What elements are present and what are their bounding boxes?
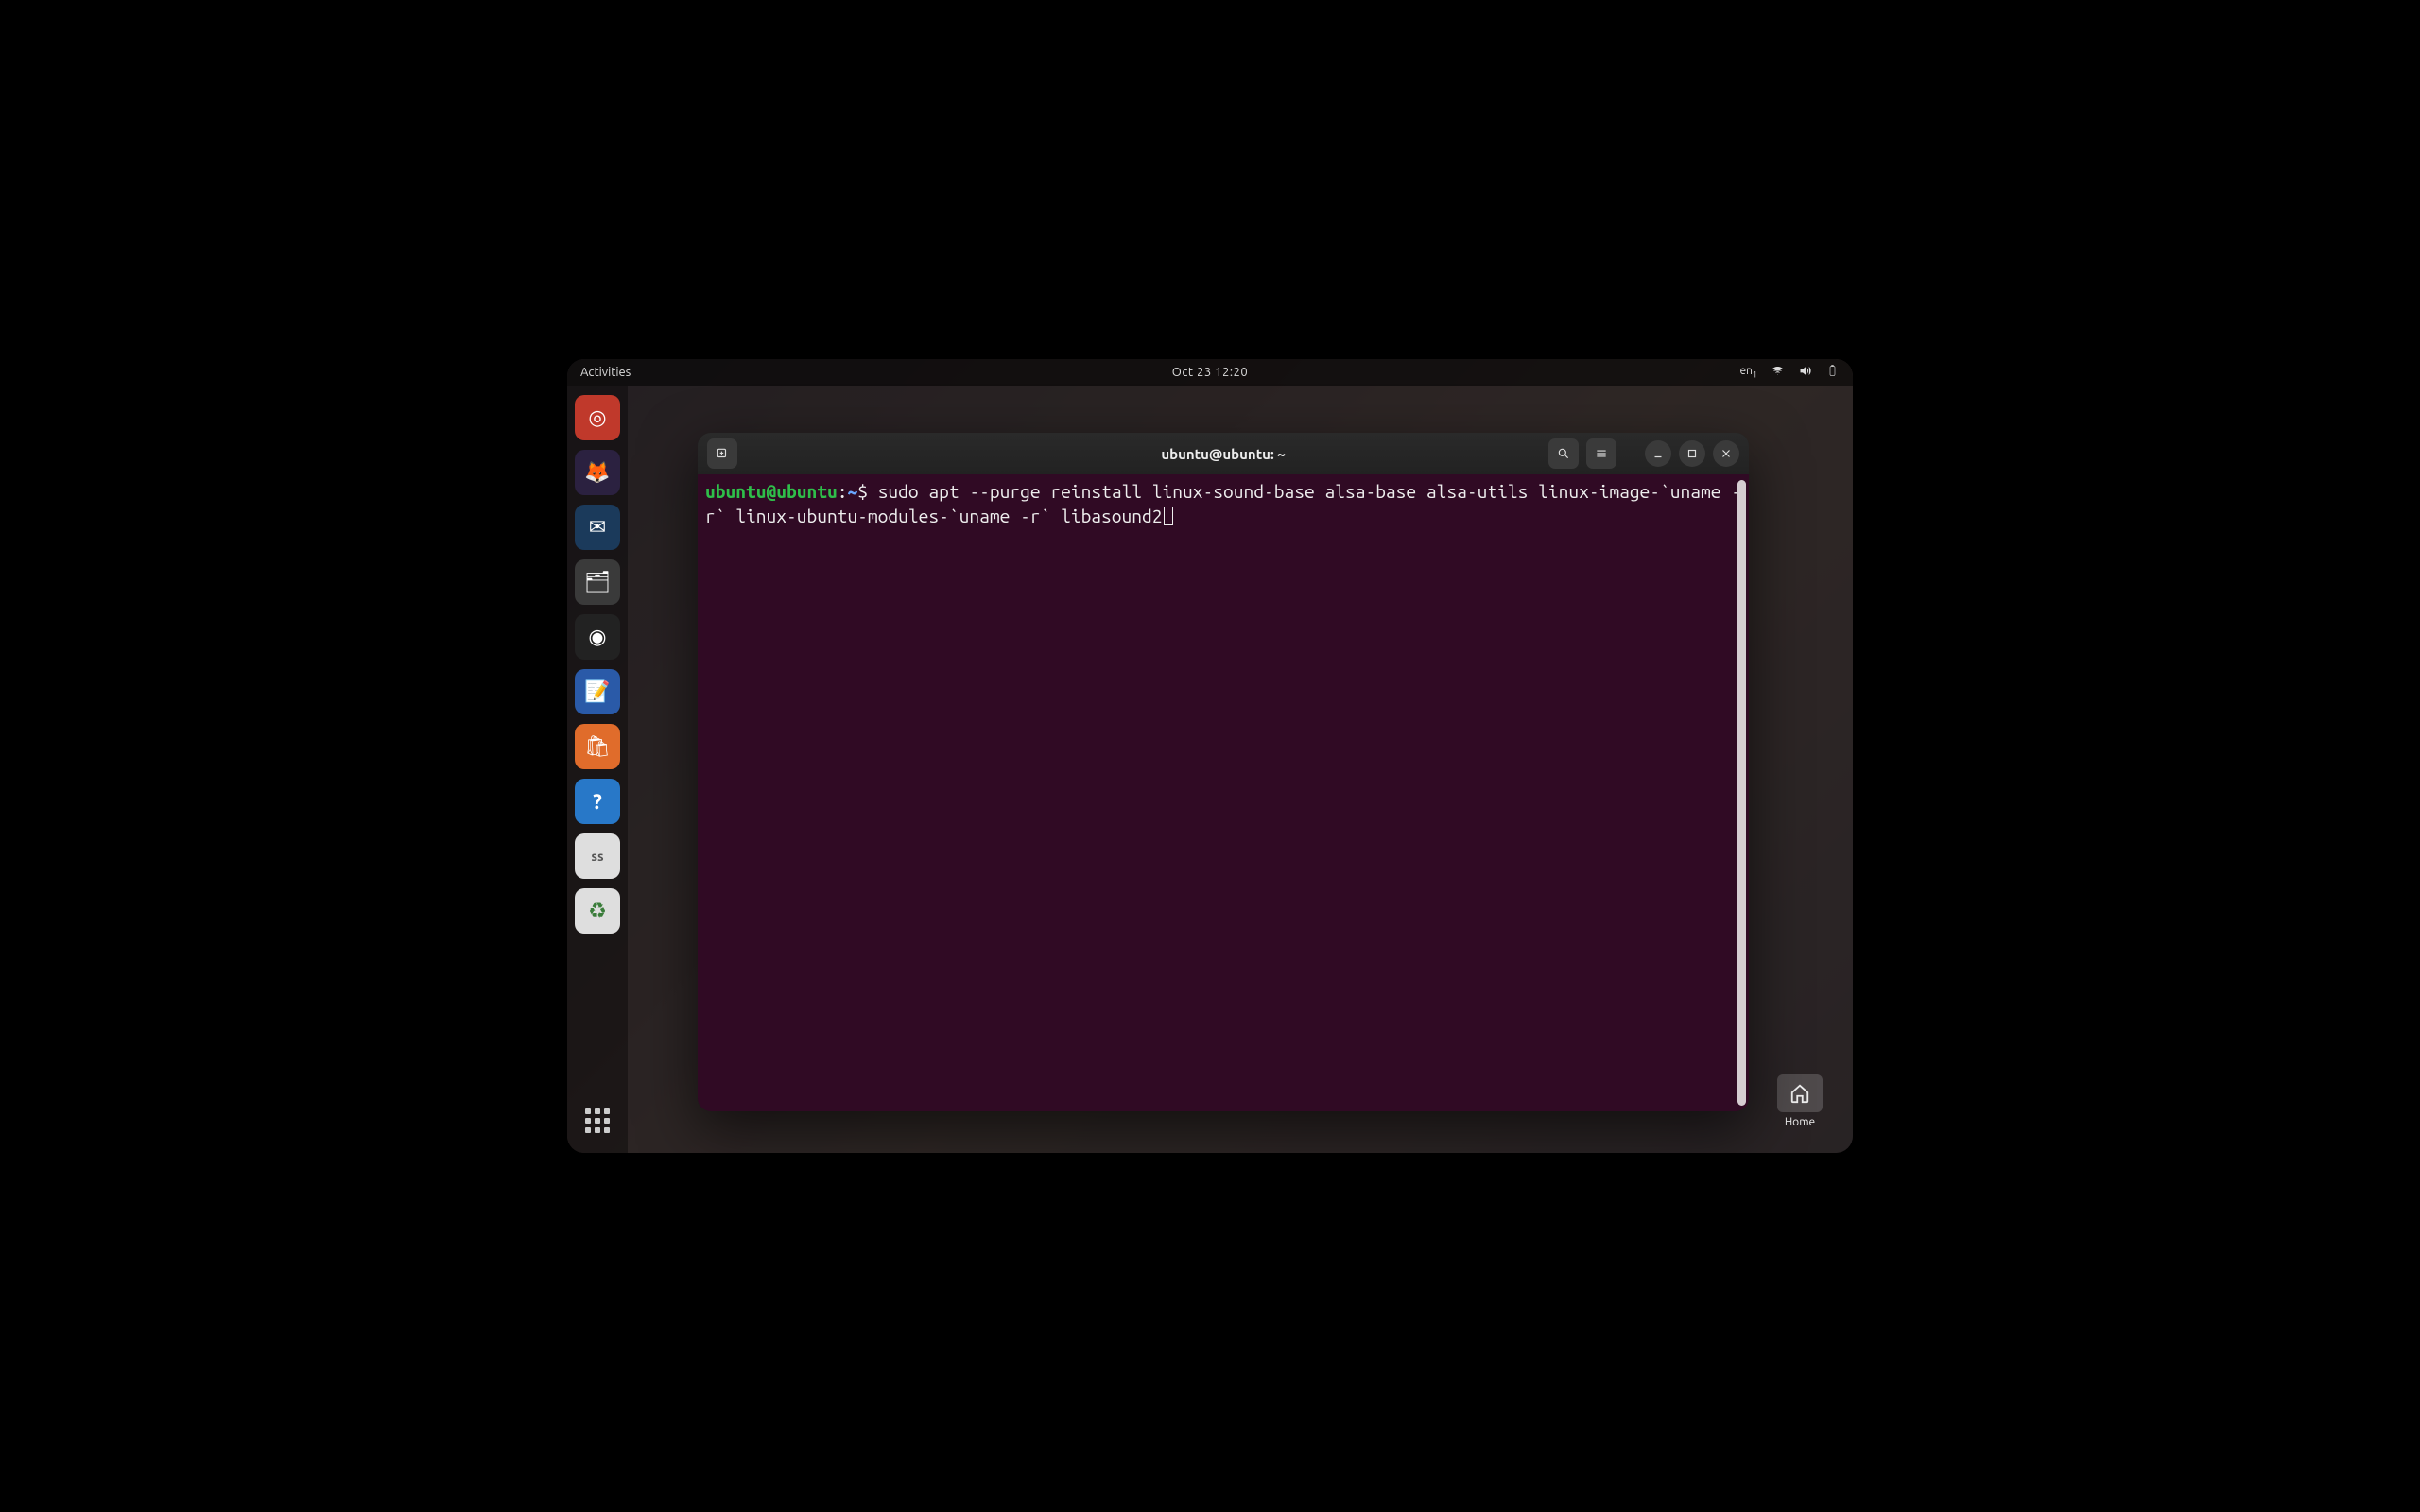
terminal-window: ubuntu@ubuntu: ~ <box>698 433 1749 1111</box>
prompt-path: ~ <box>847 481 857 502</box>
new-tab-button[interactable] <box>707 438 737 469</box>
battery-icon[interactable] <box>1825 364 1840 381</box>
dock-app-files[interactable]: 🗂 <box>575 559 620 605</box>
dock-app-firefox[interactable]: 🦊 <box>575 450 620 495</box>
dock-app-screenshot[interactable]: ss <box>575 833 620 879</box>
dock-app-writer[interactable]: 📝 <box>575 669 620 714</box>
terminal-body[interactable]: ubuntu@ubuntu:~$ sudo apt --purge reinst… <box>698 474 1749 1111</box>
close-button[interactable] <box>1713 440 1739 467</box>
search-button[interactable] <box>1548 438 1579 469</box>
maximize-button[interactable] <box>1679 440 1705 467</box>
clock[interactable]: Oct 23 12:20 <box>567 366 1853 379</box>
dock-app-installer[interactable]: ◎ <box>575 395 620 440</box>
system-tray[interactable]: en1 <box>1739 364 1840 381</box>
wifi-icon[interactable] <box>1771 364 1785 381</box>
terminal-header[interactable]: ubuntu@ubuntu: ~ <box>698 433 1749 474</box>
prompt-user: ubuntu@ubuntu <box>705 481 838 502</box>
show-applications-button[interactable] <box>579 1102 616 1140</box>
gnome-topbar: Activities Oct 23 12:20 en1 <box>567 359 1853 386</box>
input-language-indicator[interactable]: en1 <box>1739 365 1757 379</box>
prompt-sep: : <box>838 481 848 502</box>
dock-app-help[interactable]: ? <box>575 779 620 824</box>
prompt-sigil: $ <box>857 481 868 502</box>
terminal-scrollbar[interactable] <box>1737 480 1746 1106</box>
desktop-home-icon[interactable]: Home <box>1773 1074 1826 1128</box>
screenshot-frame: Activities Oct 23 12:20 en1 ◎ 🦊 ✉ 🗂 ◉ 📝 … <box>567 359 1853 1153</box>
activities-button[interactable]: Activities <box>580 366 631 379</box>
terminal-line: ubuntu@ubuntu:~$ sudo apt --purge reinst… <box>705 480 1741 527</box>
dock-app-rhythmbox[interactable]: ◉ <box>575 614 620 660</box>
dock-app-thunderbird[interactable]: ✉ <box>575 505 620 550</box>
minimize-button[interactable] <box>1645 440 1671 467</box>
dock: ◎ 🦊 ✉ 🗂 ◉ 📝 🛍 ? ss ♻ <box>567 386 628 1153</box>
home-folder-icon <box>1777 1074 1823 1112</box>
hamburger-menu-button[interactable] <box>1586 438 1616 469</box>
terminal-cursor <box>1164 507 1174 525</box>
dock-app-software[interactable]: 🛍 <box>575 724 620 769</box>
dock-app-trash[interactable]: ♻ <box>575 888 620 934</box>
desktop-home-label: Home <box>1773 1116 1826 1128</box>
volume-icon[interactable] <box>1798 364 1812 381</box>
